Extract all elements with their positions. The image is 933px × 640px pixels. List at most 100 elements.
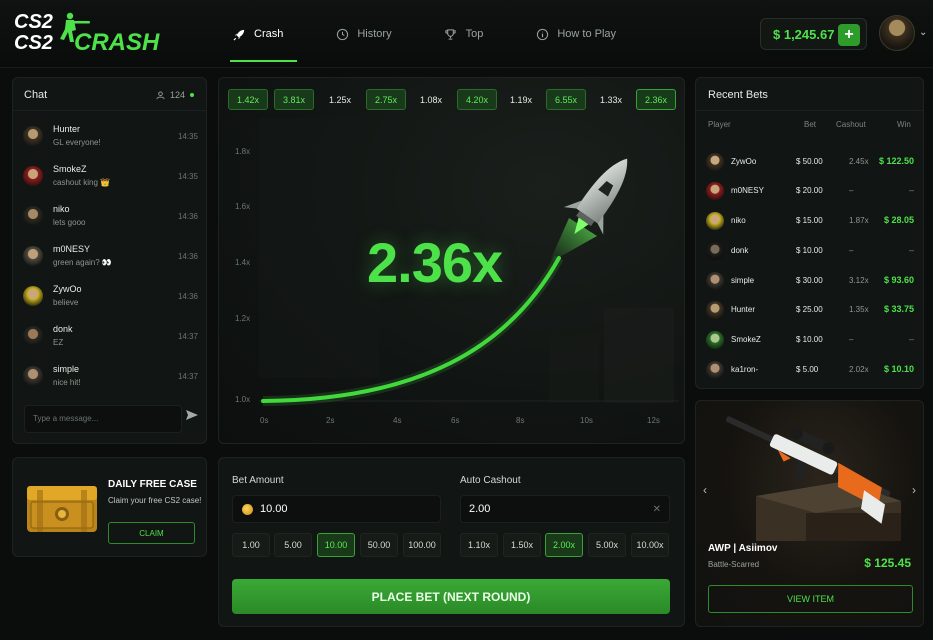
- row-bet: $ 5.00: [796, 365, 819, 374]
- skin-condition: Battle-Scarred: [708, 560, 760, 569]
- place-bet-button[interactable]: PLACE BET (NEXT ROUND): [232, 579, 670, 614]
- nav-top-label: Top: [465, 28, 484, 40]
- avatar: [23, 246, 43, 266]
- bet-chip[interactable]: 5.00: [274, 533, 312, 557]
- avatar: [23, 366, 43, 386]
- history-multiplier-current[interactable]: 2.36x: [636, 89, 676, 110]
- cashout-chip[interactable]: 1.50x: [503, 533, 541, 557]
- bet-chip[interactable]: 50.00: [360, 533, 398, 557]
- table-row: donk $ 10.00 – –: [706, 240, 914, 264]
- cashout-chip[interactable]: 5.00x: [588, 533, 626, 557]
- chat-text: green again? 👀: [53, 258, 112, 267]
- bet-chip-selected[interactable]: 10.00: [317, 533, 355, 557]
- history-multiplier[interactable]: 6.55x: [546, 89, 586, 110]
- main-nav: Crash History Top How to Play: [228, 0, 664, 68]
- y-tick: 1.0x: [235, 395, 251, 404]
- history-multiplier[interactable]: 1.42x: [228, 89, 268, 110]
- nav-how-to-play[interactable]: How to Play: [531, 0, 620, 68]
- nav-crash[interactable]: Crash: [228, 0, 298, 68]
- nav-history[interactable]: History: [331, 0, 395, 68]
- table-row: m0NESY $ 20.00 – –: [706, 180, 914, 204]
- balance-value: $ 1,245.67: [773, 26, 835, 42]
- bet-amount-label: Bet Amount: [232, 475, 284, 486]
- chat-time: 14:36: [177, 292, 198, 301]
- chat-input[interactable]: Type a message...: [24, 405, 182, 433]
- y-tick: 1.2x: [235, 314, 251, 323]
- table-row: Hunter $ 25.00 1.35x $ 33.75: [706, 299, 914, 323]
- history-multiplier[interactable]: 1.19x: [501, 89, 541, 110]
- send-icon[interactable]: [185, 408, 201, 428]
- claim-button[interactable]: CLAIM: [108, 522, 195, 544]
- coin-icon: [242, 503, 253, 515]
- x-tick: 12s: [647, 416, 660, 425]
- history-multiplier[interactable]: 1.08x: [411, 89, 451, 110]
- col-header-win: Win: [897, 120, 911, 129]
- row-player: ZywOo: [731, 157, 757, 166]
- history-multiplier[interactable]: 2.75x: [366, 89, 406, 110]
- row-cashout: 1.87x: [849, 216, 869, 225]
- chat-time: 14:37: [177, 332, 198, 341]
- nav-top[interactable]: Top: [440, 0, 488, 68]
- bet-panel: Bet Amount 10.00 1.00 5.00 10.00 50.00 1…: [218, 457, 685, 627]
- chat-message: niko lets gooo 14:36: [23, 204, 198, 234]
- bet-chip[interactable]: 1.00: [232, 533, 270, 557]
- crash-game-panel: 1.42x 3.81x 1.25x 2.75x 1.08x 4.20x 1.19…: [218, 77, 685, 444]
- row-cashout: 2.02x: [849, 365, 869, 374]
- row-win: $ 28.05: [883, 215, 914, 225]
- table-row: ka1ron- $ 5.00 2.02x $ 10.10: [706, 359, 914, 383]
- nav-how-to-play-label: How to Play: [557, 28, 617, 40]
- cashout-chip[interactable]: 1.10x: [460, 533, 498, 557]
- chat-time: 14:35: [177, 172, 198, 181]
- daily-case-title: DAILY FREE CASE: [108, 479, 197, 490]
- chevron-down-icon[interactable]: ⌄: [919, 27, 927, 38]
- case-image: [27, 486, 97, 532]
- row-win: $ 10.10: [883, 364, 914, 374]
- skin-name: AWP | Asiimov: [708, 543, 778, 554]
- nav-history-label: History: [357, 28, 392, 40]
- auto-cashout-input[interactable]: 2.00 ✕: [460, 495, 670, 523]
- nav-crash-label: Crash: [254, 28, 284, 40]
- row-player: donk: [731, 246, 749, 255]
- bet-chip[interactable]: 100.00: [403, 533, 441, 557]
- row-bet: $ 10.00: [796, 246, 823, 255]
- avatar: [706, 331, 724, 349]
- row-player: simple: [731, 276, 755, 285]
- chat-text: cashout king 👑: [53, 178, 111, 187]
- history-icon: [335, 27, 349, 41]
- carousel-prev-icon[interactable]: ‹: [703, 483, 707, 497]
- row-win: $ 93.60: [883, 275, 914, 285]
- cashout-chip[interactable]: 10.00x: [631, 533, 669, 557]
- row-player: Hunter: [731, 305, 756, 314]
- bet-amount-input[interactable]: 10.00: [232, 495, 441, 523]
- chat-text: believe: [53, 298, 79, 307]
- x-tick: 8s: [516, 416, 525, 425]
- add-funds-button[interactable]: +: [838, 24, 860, 46]
- auto-cashout-label: Auto Cashout: [460, 475, 521, 486]
- history-multiplier[interactable]: 1.25x: [320, 89, 360, 110]
- chat-time: 14:36: [177, 252, 198, 261]
- auto-cashout-value: 2.00: [469, 503, 491, 515]
- avatar: [706, 182, 724, 200]
- row-player: niko: [731, 216, 746, 225]
- history-multiplier[interactable]: 3.81x: [274, 89, 314, 110]
- daily-case-panel: DAILY FREE CASE Claim your free CS2 case…: [12, 457, 207, 557]
- chat-username: niko: [53, 204, 70, 214]
- top-header: CS2 CS2 CRASH Crash History Top How to P…: [0, 0, 933, 68]
- clear-icon[interactable]: ✕: [653, 504, 661, 515]
- history-multiplier[interactable]: 4.20x: [457, 89, 497, 110]
- view-item-button[interactable]: VIEW ITEM: [708, 585, 913, 613]
- row-bet: $ 25.00: [796, 305, 823, 314]
- row-win: $ 122.50: [878, 156, 914, 166]
- carousel-next-icon[interactable]: ›: [912, 483, 916, 497]
- avatar: [706, 153, 724, 171]
- logo[interactable]: CS2 CS2 CRASH: [12, 10, 162, 56]
- chat-message: ZywOo believe 14:36: [23, 284, 198, 314]
- rocket-icon: [232, 27, 246, 41]
- row-cashout: –: [849, 246, 854, 255]
- user-avatar[interactable]: [879, 15, 915, 51]
- chat-text: nice hit!: [53, 378, 81, 387]
- history-multiplier[interactable]: 1.33x: [591, 89, 631, 110]
- y-tick: 1.8x: [235, 147, 251, 156]
- cashout-chip-selected[interactable]: 2.00x: [545, 533, 583, 557]
- row-player: m0NESY: [731, 186, 764, 195]
